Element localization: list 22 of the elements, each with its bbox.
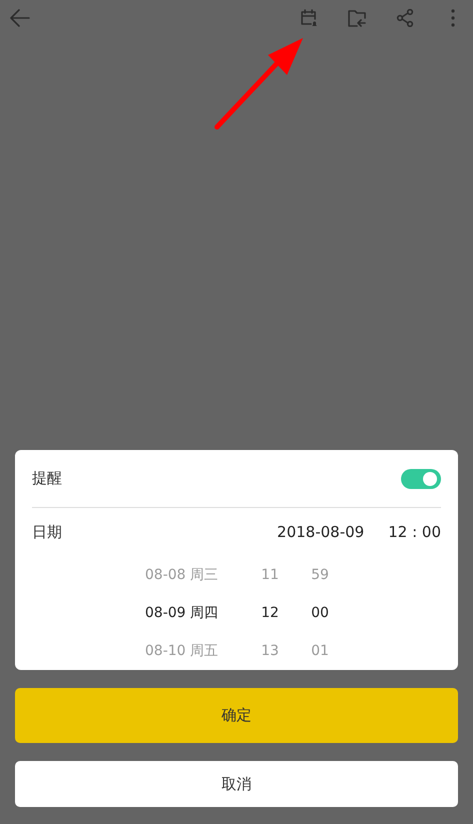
minute-option[interactable]: 00 (295, 605, 345, 621)
date-option[interactable]: 08-08 周三 (145, 566, 245, 584)
hour-option[interactable]: 12 (245, 605, 295, 621)
confirm-button[interactable]: 确定 (15, 688, 458, 743)
more-icon (451, 9, 455, 27)
time-value: 12 : 00 (388, 523, 441, 542)
date-label: 日期 (32, 522, 62, 542)
minute-option[interactable]: 59 (295, 567, 345, 583)
share-icon (396, 9, 414, 27)
hour-option[interactable]: 11 (245, 567, 295, 583)
calendar-bell-icon (300, 9, 318, 27)
back-icon (10, 9, 30, 27)
back-button[interactable] (8, 6, 32, 30)
date-option[interactable]: 08-09 周四 (145, 604, 245, 622)
date-value: 2018-08-09 (277, 523, 364, 542)
reminder-toggle[interactable] (401, 468, 441, 489)
reminder-label: 提醒 (32, 469, 62, 488)
minute-option[interactable]: 01 (295, 643, 345, 659)
date-option[interactable]: 08-10 周五 (145, 642, 245, 660)
folder-icon (348, 10, 366, 26)
hour-option[interactable]: 13 (245, 643, 295, 659)
cancel-button[interactable]: 取消 (15, 761, 458, 807)
